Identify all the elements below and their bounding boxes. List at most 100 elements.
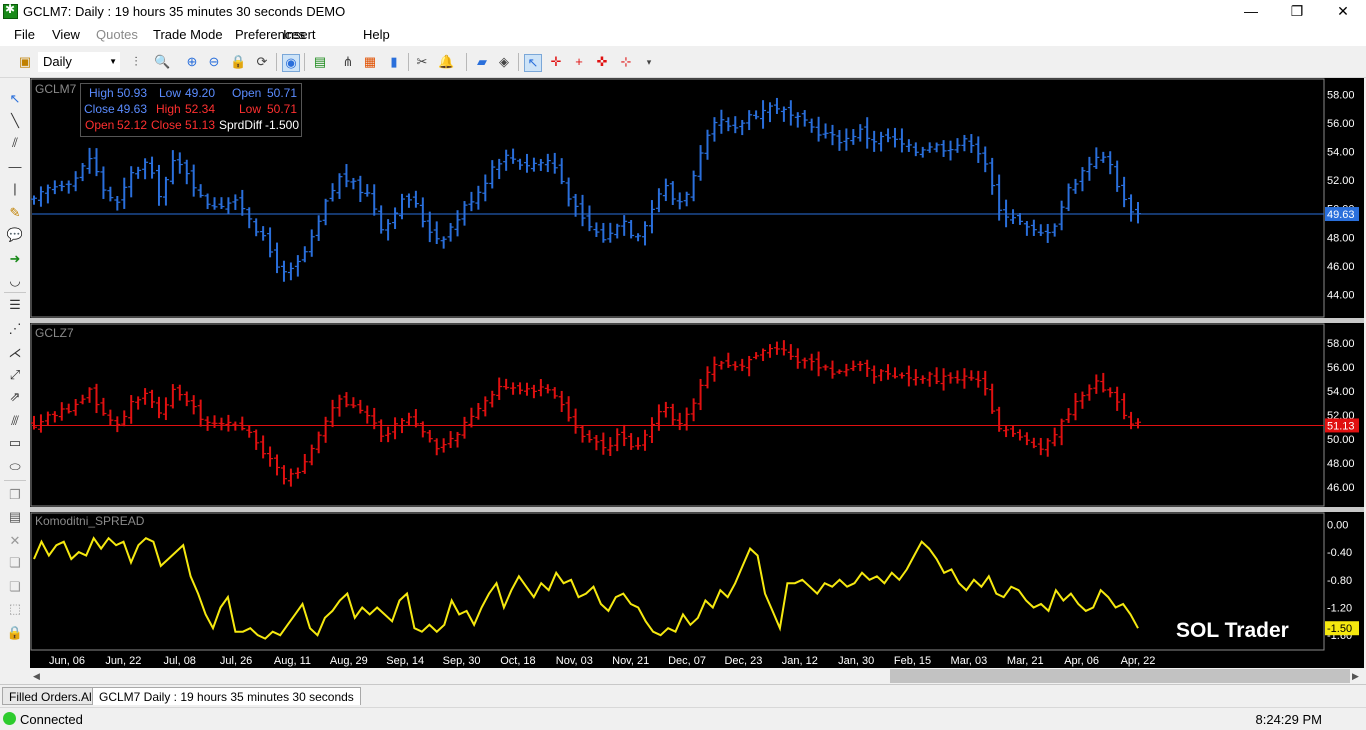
info-high2-label: High <box>156 102 181 116</box>
alert-bell-icon[interactable]: 🔔 <box>438 54 454 70</box>
horizontal-scrollbar[interactable]: ◀ ▶ <box>30 668 1364 684</box>
y-tick-label: 58.00 <box>1327 89 1355 101</box>
x-tick-label: Jun, 06 <box>49 655 85 667</box>
menu-help[interactable]: Help <box>363 27 390 42</box>
restore-button[interactable]: ❐ <box>1274 0 1320 24</box>
menu-view[interactable]: View <box>52 27 80 42</box>
copy-icon[interactable]: ❐ <box>6 486 24 504</box>
info-low2-label: Low <box>239 102 262 116</box>
toolbar-separator <box>518 53 519 71</box>
info-high2-value: 52.34 <box>185 102 216 116</box>
studies-icon[interactable]: ▮ <box>386 54 402 70</box>
info-close-label: Close <box>84 102 115 116</box>
cut-icon[interactable]: ✂ <box>414 54 430 70</box>
indicators-icon[interactable]: ▦ <box>362 54 378 70</box>
p1-last-value-text: 49.63 <box>1327 209 1355 221</box>
info-high-label: High <box>89 86 114 100</box>
vertical-line-icon[interactable]: | <box>6 180 24 198</box>
chart-canvas[interactable]: 58.00 56.00 54.00 52.00 50.00 48.00 46.00 44.00… <box>30 78 1364 668</box>
crosshair-icon[interactable]: ✛ <box>548 54 564 70</box>
eraser-icon[interactable]: ◈ <box>496 54 512 70</box>
note-icon[interactable]: ✎ <box>6 204 24 222</box>
y-tick-label: 48.00 <box>1327 458 1355 470</box>
toolbar-overflow-icon[interactable]: ▾ <box>641 54 657 70</box>
tab-chart[interactable]: GCLM7 Daily : 19 hours 35 minutes 30 sec… <box>92 687 361 705</box>
select-arrow-icon[interactable]: ↖ <box>6 90 24 108</box>
refresh-icon[interactable]: ⟳ <box>254 54 270 70</box>
fib-fan-icon[interactable]: ⋰ <box>6 320 24 338</box>
y-tick-label: 48.00 <box>1327 232 1355 244</box>
connection-status: Connected <box>20 712 83 727</box>
horizontal-line-icon[interactable]: — <box>6 158 24 176</box>
crosshair-dot-icon[interactable]: ✜ <box>594 54 610 70</box>
lock-icon[interactable]: 🔒 <box>230 54 246 70</box>
channel-icon[interactable]: ⫻ <box>6 412 24 430</box>
tree-icon[interactable]: ⋔ <box>340 54 356 70</box>
cursor-mode-icon[interactable]: ◉ <box>282 54 300 72</box>
delete-icon[interactable]: ✕ <box>6 532 24 550</box>
info-close2-label: Close <box>151 118 182 132</box>
period-select-value: Daily <box>43 54 72 69</box>
trendline-icon[interactable]: ╲ <box>6 112 24 130</box>
bar-type-icon[interactable]: ⫶ <box>128 54 144 70</box>
ellipse-icon[interactable]: ⬭ <box>6 458 24 476</box>
lock-drawing-icon[interactable]: 🔒 <box>6 624 24 642</box>
parallel-lines-icon[interactable]: ⫽ <box>6 134 24 152</box>
y-tick-label: 56.00 <box>1327 362 1355 374</box>
pitchfork-icon[interactable]: ⋌ <box>6 344 24 362</box>
close-button[interactable]: ✕ <box>1320 0 1366 24</box>
x-tick-label: Jan, 12 <box>782 655 818 667</box>
x-tick-label: Nov, 03 <box>556 655 593 667</box>
info-spread-label: SprdDiff <box>219 118 263 132</box>
crosshair-cursor-icon[interactable]: + <box>571 54 587 70</box>
arc-icon[interactable]: ◡ <box>6 272 24 290</box>
menu-quotes[interactable]: Quotes <box>96 27 138 42</box>
zoom-in-icon[interactable]: ⊕ <box>184 54 200 70</box>
minimize-button[interactable]: — <box>1228 0 1274 24</box>
layers-icon[interactable]: ❏ <box>6 578 24 596</box>
scroll-thumb[interactable] <box>890 669 1350 683</box>
x-tick-label: Jun, 22 <box>105 655 141 667</box>
toolbar-separator <box>304 53 305 71</box>
y-tick-label: 56.00 <box>1327 118 1355 130</box>
x-tick-label: Sep, 30 <box>443 655 481 667</box>
select-area-icon[interactable]: ⬚ <box>6 600 24 618</box>
info-close2-value: 51.13 <box>185 118 216 132</box>
rectangle-icon[interactable]: ▭ <box>6 434 24 452</box>
menu-trade-mode[interactable]: Trade Mode <box>153 27 223 42</box>
x-tick-label: Aug, 11 <box>274 655 311 667</box>
scroll-left-icon[interactable]: ◀ <box>33 668 40 684</box>
menu-preferences[interactable]: Insert <box>283 27 316 42</box>
pointer-icon[interactable]: ↖ <box>524 54 542 72</box>
x-tick-label: Jul, 26 <box>220 655 252 667</box>
app-icon <box>3 2 18 19</box>
menu-bar: File View Quotes Trade Mode Preferences … <box>0 24 1366 46</box>
scroll-right-icon[interactable]: ▶ <box>1352 668 1359 684</box>
book-icon[interactable]: ▰ <box>474 54 490 70</box>
info-low2-value: 50.71 <box>267 102 298 116</box>
crosshair-arrow-icon[interactable]: ⊹ <box>618 54 634 70</box>
callout-icon[interactable]: 💬 <box>6 226 24 244</box>
panel-splitter[interactable] <box>30 507 1364 512</box>
window-title: GCLM7: Daily : 19 hours 35 minutes 30 se… <box>23 4 346 19</box>
arrow-right-icon[interactable]: ➜ <box>6 250 24 268</box>
x-tick-label: Jan, 30 <box>838 655 874 667</box>
y-tick-label: 52.00 <box>1327 175 1355 187</box>
stack-icon[interactable]: ❏ <box>6 554 24 572</box>
menu-file[interactable]: File <box>14 27 35 42</box>
symbol-icon[interactable]: ▣ <box>17 54 33 70</box>
panel-splitter[interactable] <box>30 318 1364 323</box>
x-tick-label: Nov, 21 <box>612 655 649 667</box>
toolbar-separator <box>408 53 409 71</box>
period-select[interactable]: Daily ▼ <box>38 52 120 72</box>
fibonacci-icon[interactable]: ☰ <box>6 296 24 314</box>
properties-icon[interactable]: ▤ <box>6 508 24 526</box>
chart-window-icon[interactable]: ▤ <box>312 54 328 70</box>
zoom-icon[interactable]: 🔍 <box>154 54 170 70</box>
gann-icon[interactable]: ⤢ <box>6 366 24 384</box>
chart-area[interactable]: 58.00 56.00 54.00 52.00 50.00 48.00 46.00 44.00… <box>30 78 1364 668</box>
connection-status-icon <box>3 712 16 725</box>
title-bar: GCLM7: Daily : 19 hours 35 minutes 30 se… <box>0 0 1366 24</box>
zoom-out-icon[interactable]: ⊖ <box>206 54 222 70</box>
andrews-icon[interactable]: ⇗ <box>6 388 24 406</box>
